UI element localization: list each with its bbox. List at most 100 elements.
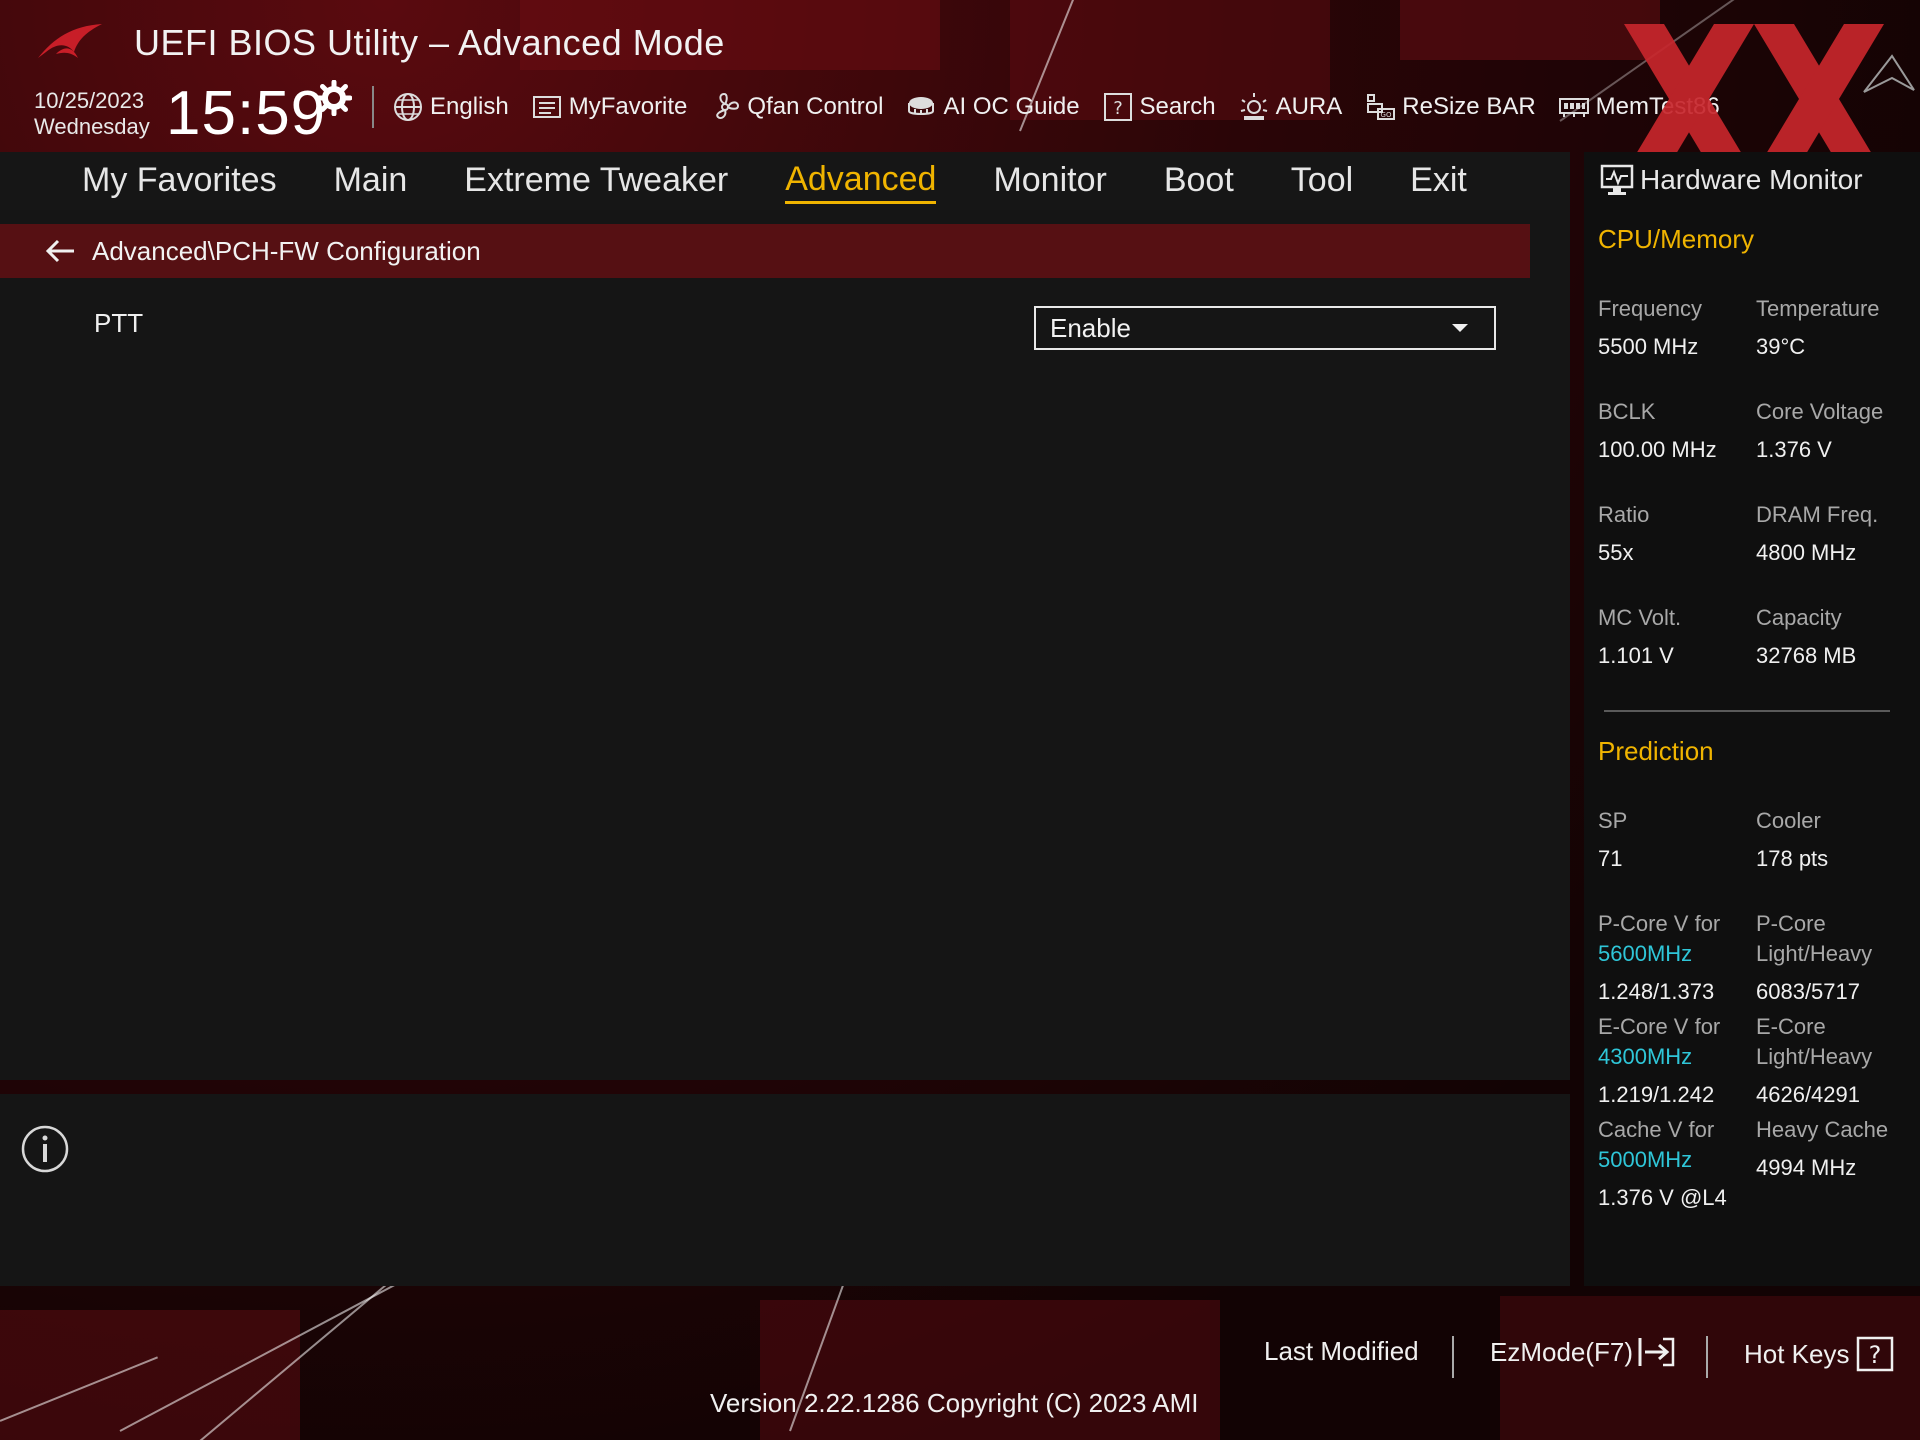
mc-volt-value: 1.101 V xyxy=(1598,643,1674,668)
ecore-v-label: E-Core V for xyxy=(1598,1014,1721,1039)
core-voltage-label: Core Voltage xyxy=(1756,399,1884,424)
ecore-v-frequency: 4300MHz xyxy=(1598,1044,1693,1069)
dram-freq-value: 4800 MHz xyxy=(1756,540,1857,565)
svg-text:?: ? xyxy=(1868,1341,1881,1369)
ptt-label: PTT xyxy=(94,308,144,338)
hotkeys-button[interactable]: Hot Keys ? xyxy=(1744,1336,1894,1372)
myfavorite-button[interactable]: MyFavorite xyxy=(531,91,688,123)
ratio-label: Ratio xyxy=(1598,502,1650,527)
tab-extreme-tweaker[interactable]: Extreme Tweaker xyxy=(464,160,728,202)
rog-arrow-icon xyxy=(1863,54,1915,93)
ptt-dropdown[interactable]: Enable xyxy=(1034,306,1496,350)
tab-exit[interactable]: Exit xyxy=(1410,160,1467,202)
section-divider xyxy=(1604,710,1890,712)
pcore-v-frequency: 5600MHz xyxy=(1598,941,1693,966)
heavy-cache-value: 4994 MHz xyxy=(1756,1155,1857,1180)
tab-boot[interactable]: Boot xyxy=(1164,160,1234,202)
pcore-lh-label-2: Light/Heavy xyxy=(1756,941,1873,966)
question-box-icon: ? xyxy=(1103,93,1132,121)
mc-volt-label: MC Volt. xyxy=(1598,605,1682,630)
temperature-label: Temperature xyxy=(1756,296,1880,321)
pcore-v-value: 1.248/1.373 xyxy=(1598,979,1715,1004)
footer-bar: Last Modified EzMode(F7) Hot Keys ? Vers… xyxy=(0,1286,1920,1440)
tab-tool[interactable]: Tool xyxy=(1291,160,1353,202)
bclk-label: BCLK xyxy=(1598,399,1656,424)
aura-label: AURA xyxy=(1275,93,1343,120)
qfan-control-label: Qfan Control xyxy=(747,93,884,120)
svg-text:?: ? xyxy=(1113,98,1123,119)
weekday-text: Wednesday xyxy=(34,114,150,139)
aura-button[interactable]: AURA xyxy=(1238,91,1343,123)
info-icon xyxy=(21,1125,69,1173)
search-button[interactable]: ? Search xyxy=(1102,91,1216,123)
prediction-heading: Prediction xyxy=(1598,736,1714,766)
ecore-lh-value: 4626/4291 xyxy=(1756,1082,1860,1107)
clock: 15:59 xyxy=(166,79,327,148)
svg-text:GO: GO xyxy=(1381,111,1392,119)
date-text: 10/25/2023 xyxy=(34,88,145,113)
sp-value: 71 xyxy=(1598,846,1623,871)
hardware-monitor-panel: Hardware Monitor CPU/Memory Frequency 55… xyxy=(1584,152,1920,1286)
back-arrow-icon[interactable] xyxy=(44,236,78,266)
capacity-label: Capacity xyxy=(1756,605,1842,630)
rog-logo-icon xyxy=(38,24,102,58)
heavy-cache-label: Heavy Cache xyxy=(1756,1117,1889,1142)
frequency-value: 5500 MHz xyxy=(1598,334,1699,359)
tab-advanced[interactable]: Advanced xyxy=(785,159,937,204)
dram-freq-label: DRAM Freq. xyxy=(1756,502,1879,527)
question-box-icon: ? xyxy=(1856,1336,1893,1372)
language-label: English xyxy=(430,93,509,120)
cache-v-value: 1.376 V @L4 xyxy=(1598,1185,1727,1210)
tab-my-favorites[interactable]: My Favorites xyxy=(82,160,277,202)
app-title: UEFI BIOS Utility – Advanced Mode xyxy=(134,22,725,63)
resize-bar-icon: GO xyxy=(1367,94,1396,120)
caret-down-icon xyxy=(1452,324,1468,332)
qfan-control-button[interactable]: Qfan Control xyxy=(709,91,883,123)
aura-light-icon xyxy=(1240,93,1267,120)
toolbar: English MyFavorite Qfan Control AI OC Gu… xyxy=(392,86,1742,128)
version-text: Version 2.22.1286 Copyright (C) 2023 AMI xyxy=(710,1388,1199,1418)
breadcrumb-path: Advanced\PCH-FW Configuration xyxy=(92,235,481,266)
ecore-lh-label-2: Light/Heavy xyxy=(1756,1044,1873,1069)
cpu-memory-heading: CPU/Memory xyxy=(1598,224,1755,254)
memory-icon xyxy=(1558,98,1589,117)
tab-monitor[interactable]: Monitor xyxy=(993,160,1106,202)
footer-divider xyxy=(1706,1336,1708,1378)
pcore-lh-value: 6083/5717 xyxy=(1756,979,1860,1004)
ezmode-label: EzMode(F7) xyxy=(1490,1336,1634,1367)
gear-icon[interactable] xyxy=(316,80,352,116)
main-nav: My Favorites Main Extreme Tweaker Advanc… xyxy=(0,152,1570,210)
globe-icon xyxy=(394,93,422,121)
ecore-v-value: 1.219/1.242 xyxy=(1598,1082,1715,1107)
ptt-value: Enable xyxy=(1050,312,1131,343)
hotkeys-label: Hot Keys xyxy=(1744,1338,1850,1369)
breadcrumb: Advanced\PCH-FW Configuration xyxy=(0,224,1530,278)
tab-main[interactable]: Main xyxy=(334,160,408,202)
last-modified-button[interactable]: Last Modified xyxy=(1264,1336,1419,1367)
favorite-list-icon xyxy=(532,96,561,118)
header-bar: UEFI BIOS Utility – Advanced Mode 10/25/… xyxy=(0,0,1920,174)
frequency-label: Frequency xyxy=(1598,296,1702,321)
language-button[interactable]: English xyxy=(392,91,509,123)
temperature-value: 39°C xyxy=(1756,334,1806,359)
cooler-label: Cooler xyxy=(1756,808,1821,833)
sp-label: SP xyxy=(1598,808,1628,833)
ai-oc-guide-button[interactable]: AI OC Guide xyxy=(905,91,1080,123)
last-modified-label: Last Modified xyxy=(1264,1336,1419,1366)
ezmode-button[interactable]: EzMode(F7) xyxy=(1490,1336,1677,1368)
ai-chip-icon xyxy=(908,97,935,115)
bclk-value: 100.00 MHz xyxy=(1598,437,1717,462)
help-panel xyxy=(0,1094,1570,1286)
cache-v-label: Cache V for xyxy=(1598,1117,1715,1142)
ratio-value: 55x xyxy=(1598,540,1634,565)
ai-oc-guide-label: AI OC Guide xyxy=(943,93,1080,120)
resize-bar-button[interactable]: GO ReSize BAR xyxy=(1364,91,1536,123)
capacity-value: 32768 MB xyxy=(1756,643,1857,668)
setting-row-ptt: PTT Enable xyxy=(0,298,1530,354)
header-divider xyxy=(372,86,374,128)
ecore-lh-label: E-Core xyxy=(1756,1014,1826,1039)
footer-divider xyxy=(1452,1336,1454,1378)
fan-icon xyxy=(716,92,740,120)
pcore-v-label: P-Core V for xyxy=(1598,911,1721,936)
myfavorite-label: MyFavorite xyxy=(568,93,688,120)
